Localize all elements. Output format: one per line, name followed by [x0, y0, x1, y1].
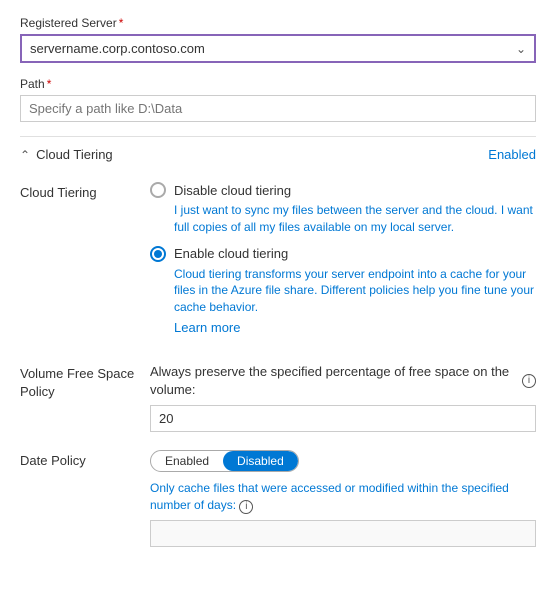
- volume-free-space-input[interactable]: [150, 405, 536, 432]
- date-policy-label: Date Policy: [20, 450, 150, 547]
- date-policy-row: Date Policy Enabled Disabled Only cache …: [20, 450, 536, 547]
- enable-radio-button[interactable]: [150, 246, 166, 262]
- section-status-badge: Enabled: [488, 147, 536, 162]
- path-input[interactable]: [20, 95, 536, 122]
- label-text: Registered Server: [20, 16, 117, 30]
- enable-cloud-tiering-option: Enable cloud tiering Cloud tiering trans…: [150, 246, 536, 335]
- disable-radio-row[interactable]: Disable cloud tiering: [150, 182, 536, 198]
- registered-server-field: Registered Server* servername.corp.conto…: [20, 16, 536, 63]
- date-policy-disabled-button[interactable]: Disabled: [223, 451, 298, 471]
- registered-server-select-wrapper: servername.corp.contoso.com ⌄: [20, 34, 536, 63]
- date-policy-content: Enabled Disabled Only cache files that w…: [150, 450, 536, 547]
- required-indicator: *: [119, 16, 124, 30]
- volume-info-icon[interactable]: i: [522, 374, 536, 388]
- volume-description-text: Always preserve the specified percentage…: [150, 363, 518, 399]
- date-description-text: Only cache files that were accessed or m…: [150, 481, 509, 512]
- path-label: Path*: [20, 77, 536, 91]
- disable-radio-desc: I just want to sync my files between the…: [174, 202, 536, 236]
- disable-cloud-tiering-option: Disable cloud tiering I just want to syn…: [150, 182, 536, 236]
- cloud-tiering-label: Cloud Tiering: [20, 182, 150, 345]
- path-field: Path*: [20, 77, 536, 122]
- date-policy-toggle-group: Enabled Disabled: [150, 450, 299, 472]
- volume-free-space-label: Volume Free Space Policy: [20, 363, 150, 432]
- volume-free-space-content: Always preserve the specified percentage…: [150, 363, 536, 432]
- enable-radio-label: Enable cloud tiering: [174, 246, 288, 261]
- registered-server-label: Registered Server*: [20, 16, 536, 30]
- cloud-tiering-setting-row: Cloud Tiering Disable cloud tiering I ju…: [20, 182, 536, 345]
- enable-radio-desc: Cloud tiering transforms your server end…: [174, 266, 536, 316]
- enable-radio-row[interactable]: Enable cloud tiering: [150, 246, 536, 262]
- registered-server-select[interactable]: servername.corp.contoso.com: [20, 34, 536, 63]
- disable-radio-label: Disable cloud tiering: [174, 183, 291, 198]
- section-title: Cloud Tiering: [36, 147, 113, 162]
- disable-radio-button[interactable]: [150, 182, 166, 198]
- date-policy-info-icon[interactable]: i: [239, 500, 253, 514]
- required-indicator: *: [47, 77, 52, 91]
- collapse-chevron-icon: ⌃: [20, 148, 30, 162]
- cloud-tiering-content: Disable cloud tiering I just want to syn…: [150, 182, 536, 345]
- section-header-left[interactable]: ⌃ Cloud Tiering: [20, 147, 113, 162]
- learn-more-link[interactable]: Learn more: [174, 320, 240, 335]
- volume-free-space-row: Volume Free Space Policy Always preserve…: [20, 363, 536, 432]
- volume-free-space-description: Always preserve the specified percentage…: [150, 363, 536, 399]
- date-policy-days-input[interactable]: [150, 520, 536, 547]
- date-policy-description: Only cache files that were accessed or m…: [150, 480, 536, 514]
- date-policy-enabled-button[interactable]: Enabled: [151, 451, 223, 471]
- cloud-tiering-section-header: ⌃ Cloud Tiering Enabled: [20, 136, 536, 172]
- label-text: Path: [20, 77, 45, 91]
